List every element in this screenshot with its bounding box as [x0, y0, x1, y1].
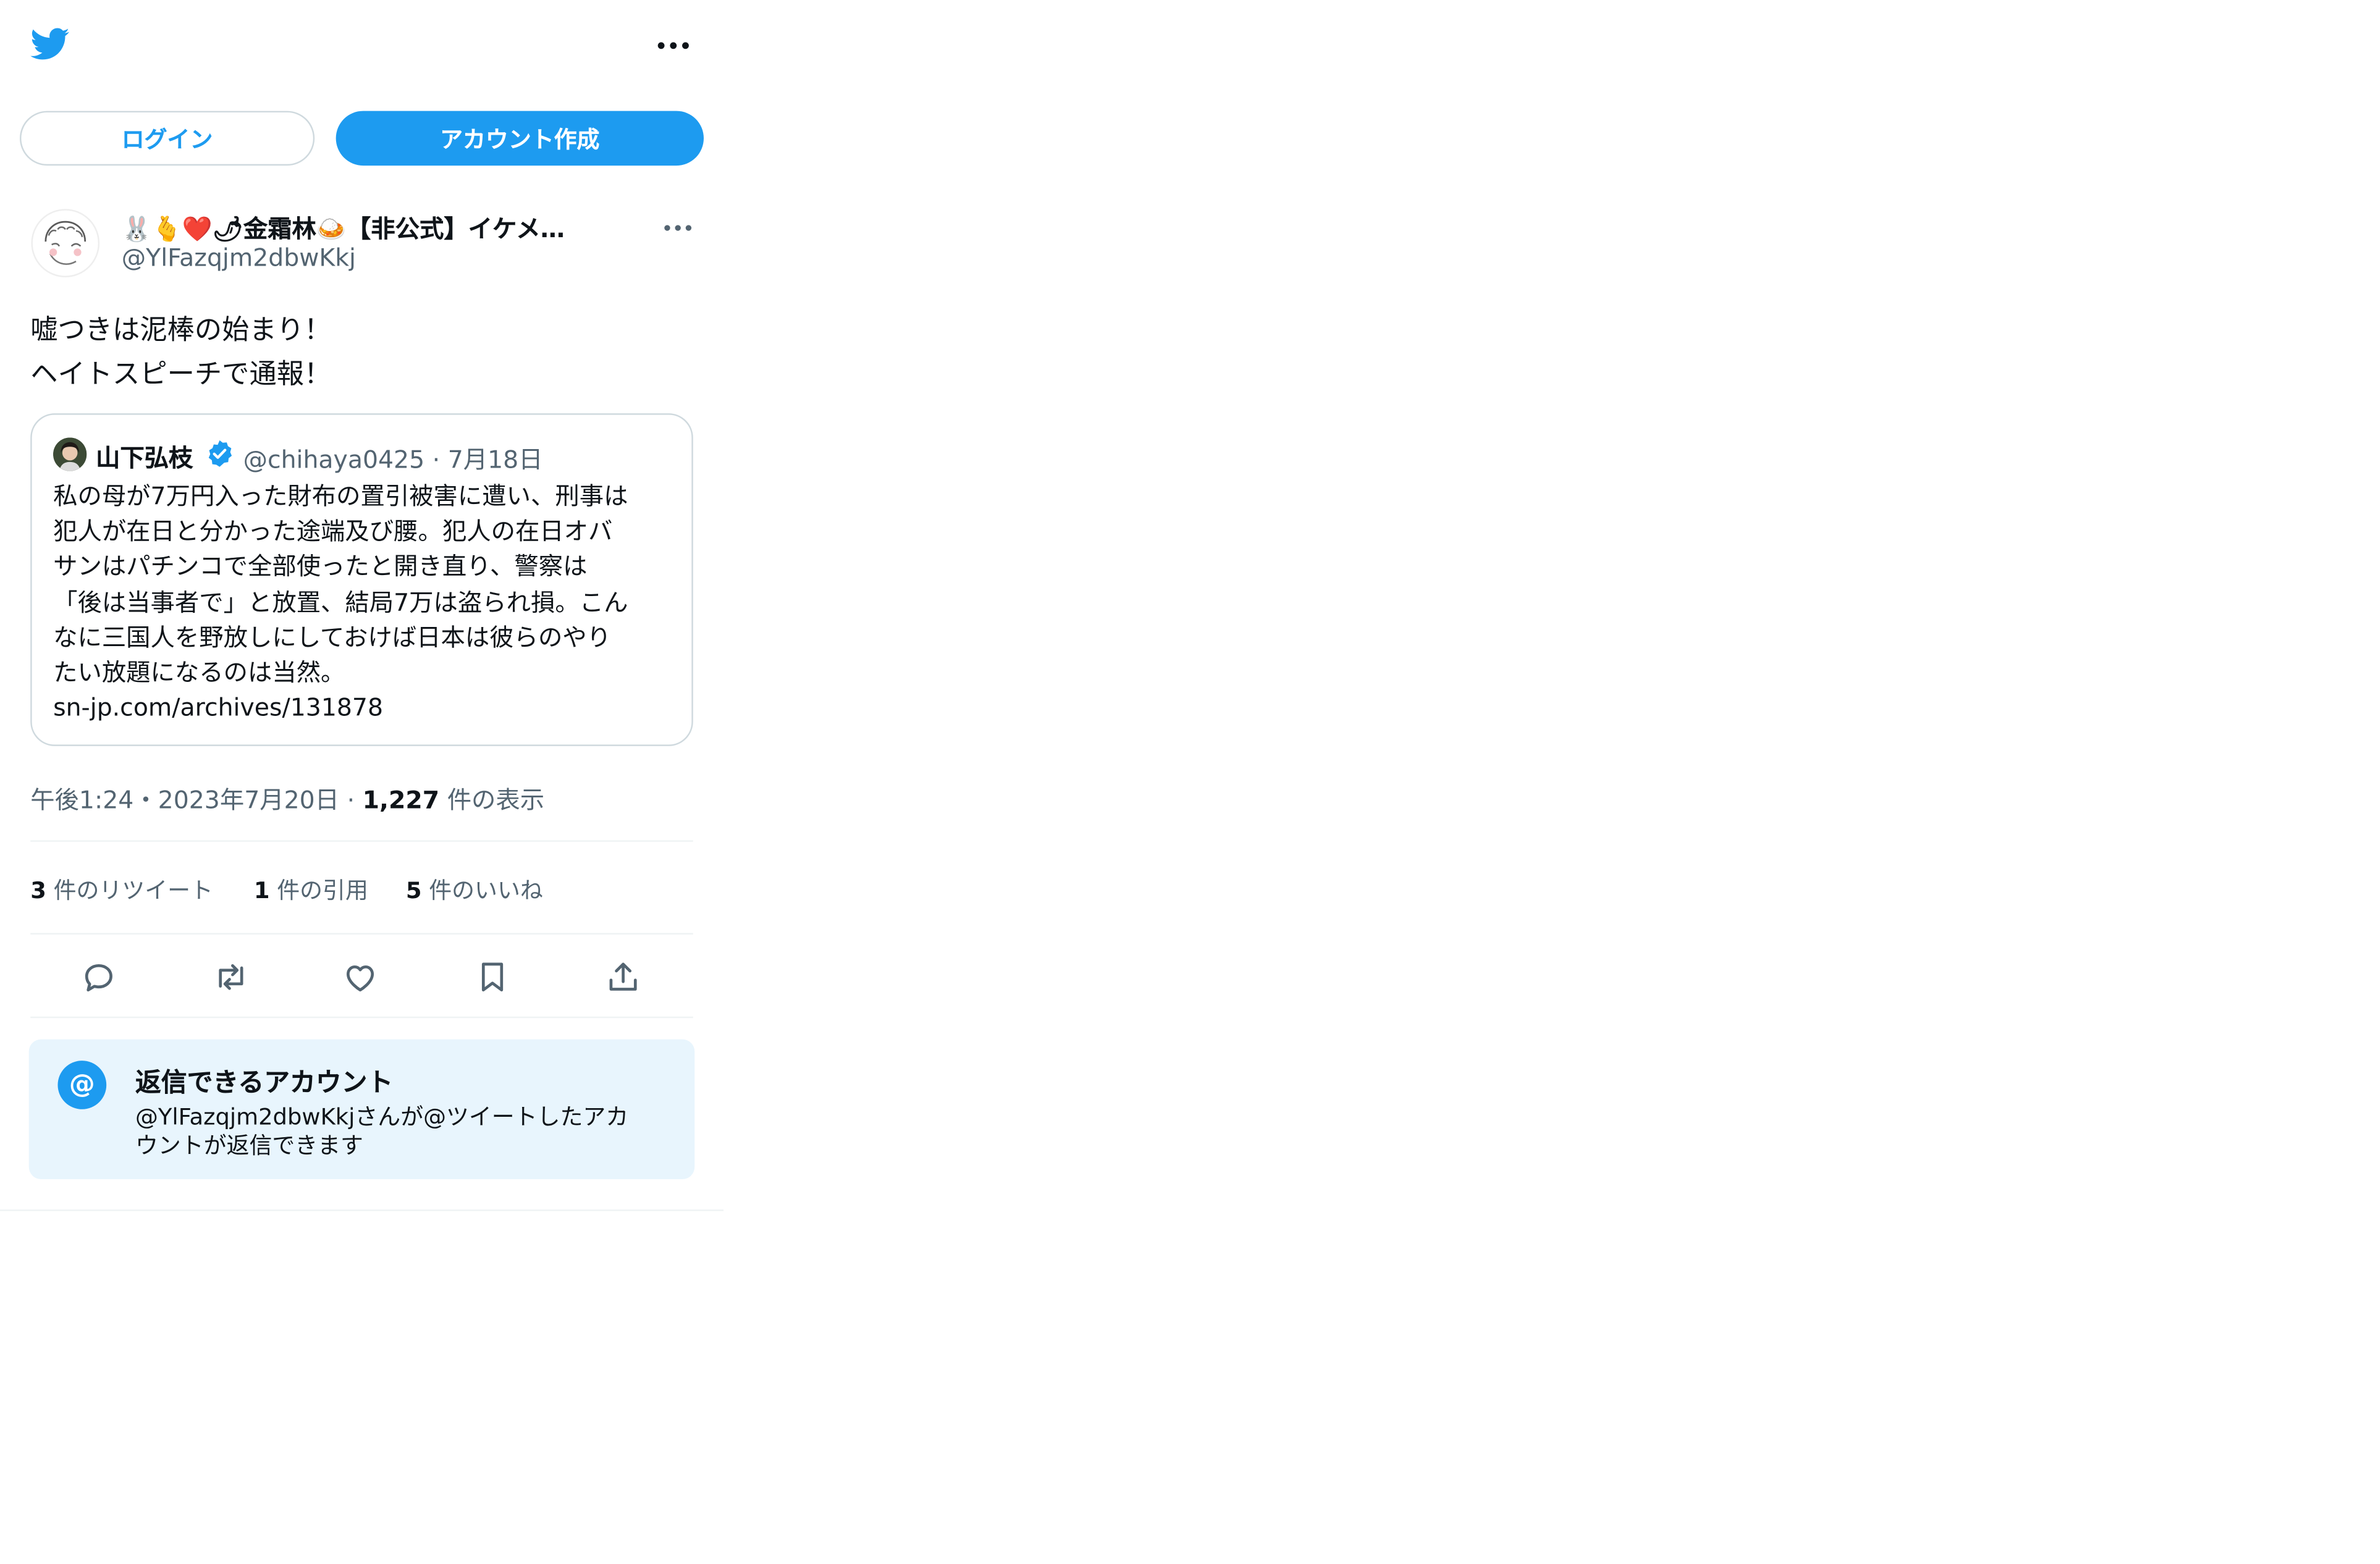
quote-date-separator: · — [432, 445, 441, 474]
tweet-text-line: 嘘つきは泥棒の始まり！ — [30, 314, 332, 347]
tweet-meta: 午後1:24・2023年7月20日 · 1,227 件の表示 — [30, 780, 544, 816]
verified-badge-icon — [205, 439, 234, 468]
quotes-stat[interactable]: 1 件の引用 — [254, 874, 368, 906]
tweet-timestamp[interactable]: 午後1:24・2023年7月20日 — [30, 786, 339, 815]
quote-text-line: 犯人が在日と分かった途端及び腰。犯人の在日オバ — [53, 516, 613, 546]
quotes-label: 件の引用 — [277, 877, 368, 904]
author-avatar[interactable] — [30, 208, 100, 278]
quote-text-line: 「後は当事者で」と放置、結局7万は盗られ損。こん — [53, 587, 628, 616]
likes-label: 件のいいね — [429, 877, 543, 904]
views-separator: · — [347, 785, 355, 815]
divider — [30, 1016, 693, 1019]
quote-link[interactable]: sn-jp.com/archives/131878 — [53, 690, 677, 725]
quote-text-line: たい放題になるのは当然。 — [53, 658, 345, 687]
retweets-stat[interactable]: 3 件のリツイート — [30, 874, 213, 906]
author-handle[interactable]: @YlFazqjm2dbwKkj — [122, 243, 356, 272]
tweet-column: ログイン アカウント作成 🐰🫰❤️🌶金霜林🍛【非公式】イケメ… @YlFazqj… — [0, 0, 724, 1211]
retweets-count: 3 — [30, 877, 46, 904]
quote-text: 私の母が7万円入った財布の置引被害に遭い、刑事は 犯人が在日と分かった途端及び腰… — [53, 479, 677, 726]
divider — [30, 933, 693, 935]
quote-text-line: 私の母が7万円入った財布の置引被害に遭い、刑事は — [53, 481, 628, 511]
tweet-more-icon[interactable] — [663, 214, 693, 233]
views-label: 件の表示 — [447, 785, 545, 815]
quoted-tweet[interactable]: 山下弘枝 @chihaya0425 · 7月18日 私の母が7万円入った財布の置… — [30, 413, 693, 746]
reply-restriction-line: ウントが返信できます — [135, 1132, 363, 1159]
reply-icon[interactable] — [76, 954, 122, 1000]
likes-count: 5 — [405, 877, 422, 904]
twitter-bird-icon[interactable] — [29, 24, 72, 64]
divider — [30, 840, 693, 842]
quotes-count: 1 — [253, 877, 270, 904]
quote-text-line: なに三国人を野放しにしておけば日本は彼らのやり — [53, 623, 612, 652]
share-icon[interactable] — [601, 954, 646, 1000]
bookmark-icon[interactable] — [470, 954, 515, 1000]
quote-author-name[interactable]: 山下弘枝 — [96, 437, 193, 474]
reply-restriction-box: @ 返信できるアカウント @YlFazqjm2dbwKkjさんが@ツイートしたア… — [28, 1039, 695, 1179]
signup-button[interactable]: アカウント作成 — [335, 111, 704, 166]
reply-restriction-title: 返信できるアカウント — [135, 1068, 394, 1099]
reply-restriction-line: @YlFazqjm2dbwKkjさんが@ツイートしたアカ — [135, 1103, 629, 1131]
retweets-label: 件のリツイート — [53, 877, 213, 904]
tweet-text-line: ヘイトスピーチで通報！ — [30, 358, 332, 391]
author-name[interactable]: 🐰🫰❤️🌶金霜林🍛【非公式】イケメ… — [122, 208, 565, 245]
likes-stat[interactable]: 5 件のいいね — [406, 874, 543, 906]
at-sign-icon: @ — [57, 1061, 107, 1109]
tweet-page: ログイン アカウント作成 🐰🫰❤️🌶金霜林🍛【非公式】イケメ… @YlFazqj… — [0, 0, 2380, 1556]
reply-restriction-text: @YlFazqjm2dbwKkjさんが@ツイートしたアカ ウントが返信できます — [135, 1103, 628, 1161]
quote-avatar — [53, 437, 87, 471]
quote-text-line: サンはパチンコで全部使ったと開き直り、警察は — [53, 552, 588, 581]
quote-date[interactable]: 7月18日 — [448, 445, 543, 474]
tweet-text: 嘘つきは泥棒の始まり！ ヘイトスピーチで通報！ — [30, 308, 331, 397]
login-button[interactable]: ログイン — [19, 111, 315, 166]
views-count: 1,227 — [362, 785, 440, 815]
quote-handle[interactable]: @chihaya0425 — [243, 445, 425, 474]
retweet-icon[interactable] — [208, 954, 254, 1000]
like-icon[interactable] — [337, 954, 383, 1000]
quote-meta: @chihaya0425 · 7月18日 — [243, 439, 543, 476]
more-horizontal-icon[interactable] — [657, 33, 690, 54]
